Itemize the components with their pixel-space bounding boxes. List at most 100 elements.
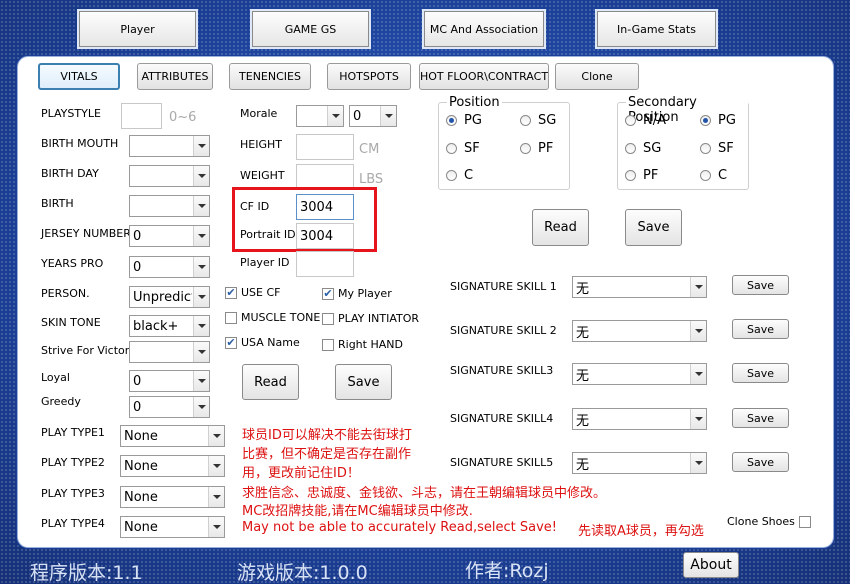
note-line-3: 用，更改前记住ID！: [242, 466, 360, 481]
clone-shoes-checkbox[interactable]: Clone Shoes: [727, 515, 811, 528]
check-icon: ✔: [225, 336, 237, 349]
play-type-2-label: PLAY TYPE2: [41, 456, 105, 469]
right-hand-checkbox[interactable]: Right HAND: [322, 338, 403, 351]
secondary-sg-radio[interactable]: SG: [625, 141, 661, 156]
mc-association-button[interactable]: MC And Association: [424, 11, 544, 47]
my-player-checkbox[interactable]: ✔ My Player: [322, 287, 392, 300]
tab-hot-floor-contract[interactable]: HOT FLOOR\CONTRACT: [419, 63, 549, 90]
note-line-2: 比赛，但不确定是否存在副作: [242, 447, 412, 462]
strive-select[interactable]: [129, 341, 210, 363]
chevron-down-icon: [193, 226, 209, 246]
skin-tone-label: SKIN TONE: [41, 316, 101, 329]
skill-4-save-button[interactable]: Save: [732, 408, 789, 428]
about-button[interactable]: About: [683, 552, 739, 578]
skill-1-save-button[interactable]: Save: [732, 275, 789, 295]
position-read-button[interactable]: Read: [532, 209, 589, 246]
game-gs-button[interactable]: GAME GS: [252, 11, 369, 47]
tab-hotspots[interactable]: HOTSPOTS: [327, 63, 411, 90]
play-type-3-select[interactable]: None: [120, 486, 225, 508]
player-button[interactable]: Player: [79, 11, 196, 47]
birth-select[interactable]: [129, 195, 210, 217]
skill-4-label: SIGNATURE SKILL4: [450, 412, 554, 425]
skill-4-select[interactable]: 无: [572, 408, 707, 430]
play-initiator-checkbox[interactable]: PLAY INTIATOR: [322, 312, 419, 325]
muscle-tone-checkbox[interactable]: MUSCLE TONE: [225, 311, 320, 324]
usa-name-checkbox[interactable]: ✔ USA Name: [225, 336, 300, 349]
play-type-4-select[interactable]: None: [120, 516, 225, 538]
tab-tenencies[interactable]: TENENCIES: [229, 63, 311, 90]
chevron-down-icon: [380, 106, 396, 126]
skill-5-save-button[interactable]: Save: [732, 452, 789, 472]
secondary-pf-radio[interactable]: PF: [625, 168, 658, 183]
author-label: 作者:Rozj: [465, 560, 549, 582]
player-id-input[interactable]: [296, 251, 354, 277]
note-line-5: MC改招牌技能,请在MC编辑球员中修改.: [242, 504, 473, 519]
tab-clone[interactable]: Clone: [555, 63, 639, 90]
birth-day-label: BIRTH DAY: [41, 167, 99, 180]
years-pro-select[interactable]: 0: [129, 256, 210, 278]
position-save-button[interactable]: Save: [625, 209, 682, 246]
play-type-1-label: PLAY TYPE1: [41, 426, 105, 439]
chevron-down-icon: [193, 136, 209, 156]
portrait-id-input[interactable]: 3004: [296, 223, 354, 249]
chevron-down-icon: [690, 321, 706, 341]
loyal-select[interactable]: 0: [129, 370, 210, 392]
chevron-down-icon: [208, 426, 224, 446]
secondary-na-radio[interactable]: N/A: [625, 113, 666, 128]
tab-attributes[interactable]: ATTRIBUTES: [137, 63, 213, 90]
position-sf-radio[interactable]: SF: [446, 141, 480, 156]
position-c-radio[interactable]: C: [446, 168, 473, 183]
read-button[interactable]: Read: [242, 364, 299, 400]
height-input[interactable]: [296, 134, 354, 160]
note-line-1: 球员ID可以解决不能去街球打: [242, 428, 412, 443]
skill-3-label: SIGNATURE SKILL3: [450, 364, 554, 377]
play-type-2-select[interactable]: None: [120, 455, 225, 477]
jersey-select[interactable]: 0: [129, 225, 210, 247]
use-cf-checkbox[interactable]: ✔ USE CF: [225, 286, 281, 299]
secondary-pg-radio[interactable]: PG: [700, 113, 736, 128]
skill-3-select[interactable]: 无: [572, 363, 707, 385]
greedy-select[interactable]: 0: [129, 396, 210, 418]
birth-mouth-select[interactable]: [129, 135, 210, 157]
morale-select-a[interactable]: [296, 105, 344, 127]
person-label: PERSON.: [41, 287, 90, 300]
skill-3-save-button[interactable]: Save: [732, 363, 789, 383]
save-button[interactable]: Save: [335, 364, 392, 400]
check-icon: ✔: [322, 287, 334, 300]
chevron-down-icon: [193, 287, 209, 307]
tab-vitals[interactable]: VITALS: [38, 63, 120, 90]
birth-label: BIRTH: [41, 197, 74, 210]
playstyle-hint: 0~6: [169, 110, 197, 125]
chevron-down-icon: [327, 106, 343, 126]
play-type-1-select[interactable]: None: [120, 425, 225, 447]
morale-select-b[interactable]: 0: [349, 105, 397, 127]
skill-2-save-button[interactable]: Save: [732, 319, 789, 339]
program-version: 程序版本:1.1: [30, 562, 143, 584]
in-game-stats-button[interactable]: In-Game Stats: [597, 11, 716, 47]
playstyle-input[interactable]: [121, 103, 162, 129]
position-sg-radio[interactable]: SG: [520, 113, 556, 128]
note-line-4: 求胜信念、忠诚度、金钱欲、斗志，请在王朝编辑球员中修改。: [242, 486, 607, 501]
skin-tone-select[interactable]: black+: [129, 315, 210, 337]
skill-2-select[interactable]: 无: [572, 320, 707, 342]
playstyle-label: PLAYSTYLE: [41, 107, 101, 120]
chevron-down-icon: [193, 342, 209, 362]
skill-5-select[interactable]: 无: [572, 452, 707, 474]
jersey-label: JERSEY NUMBER: [41, 227, 131, 240]
secondary-sf-radio[interactable]: SF: [700, 141, 734, 156]
skill-5-label: SIGNATURE SKILL5: [450, 456, 554, 469]
note-line-7: 先读取A球员，再勾选: [578, 524, 704, 539]
chevron-down-icon: [208, 456, 224, 476]
cf-id-input[interactable]: 3004: [296, 194, 354, 220]
skill-1-label: SIGNATURE SKILL 1: [450, 280, 557, 293]
position-pf-radio[interactable]: PF: [520, 141, 553, 156]
strive-label: Strive For Victory: [41, 344, 136, 357]
game-version: 游戏版本:1.0.0: [237, 562, 368, 584]
position-pg-radio[interactable]: PG: [446, 113, 482, 128]
secondary-c-radio[interactable]: C: [700, 168, 727, 183]
skill-1-select[interactable]: 无: [572, 276, 707, 298]
chevron-down-icon: [193, 316, 209, 336]
chevron-down-icon: [208, 487, 224, 507]
person-select[interactable]: Unpredictable: [129, 286, 210, 308]
birth-day-select[interactable]: [129, 165, 210, 187]
